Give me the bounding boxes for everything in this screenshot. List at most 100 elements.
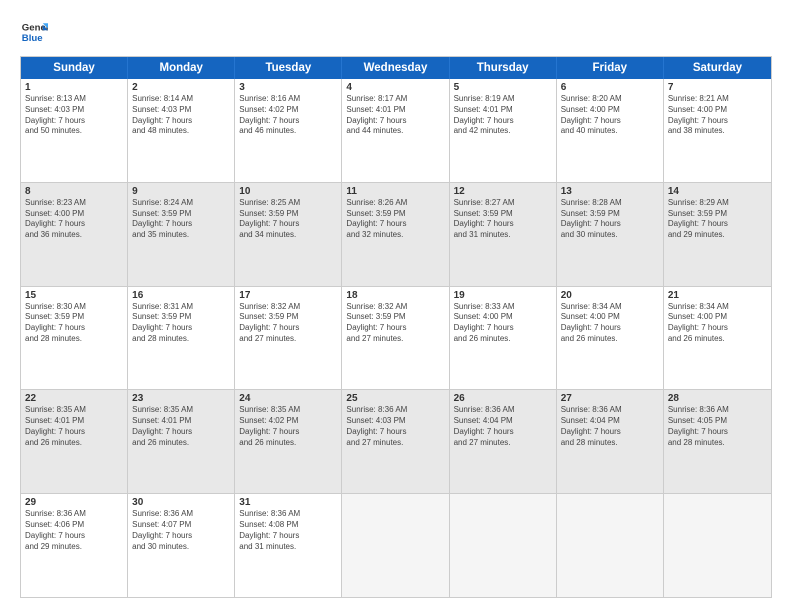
- day-info: Sunrise: 8:29 AM Sunset: 3:59 PM Dayligh…: [668, 198, 767, 241]
- calendar-cell: 17Sunrise: 8:32 AM Sunset: 3:59 PM Dayli…: [235, 287, 342, 390]
- day-info: Sunrise: 8:35 AM Sunset: 4:02 PM Dayligh…: [239, 405, 337, 448]
- calendar: SundayMondayTuesdayWednesdayThursdayFrid…: [20, 56, 772, 598]
- day-number: 9: [132, 186, 230, 197]
- day-number: 17: [239, 290, 337, 301]
- day-info: Sunrise: 8:17 AM Sunset: 4:01 PM Dayligh…: [346, 94, 444, 137]
- day-number: 27: [561, 393, 659, 404]
- weekday-header: Sunday: [21, 57, 128, 79]
- day-number: 24: [239, 393, 337, 404]
- calendar-cell: 8Sunrise: 8:23 AM Sunset: 4:00 PM Daylig…: [21, 183, 128, 286]
- day-info: Sunrise: 8:25 AM Sunset: 3:59 PM Dayligh…: [239, 198, 337, 241]
- day-number: 11: [346, 186, 444, 197]
- day-info: Sunrise: 8:13 AM Sunset: 4:03 PM Dayligh…: [25, 94, 123, 137]
- calendar-body: 1Sunrise: 8:13 AM Sunset: 4:03 PM Daylig…: [21, 79, 771, 597]
- day-number: 20: [561, 290, 659, 301]
- day-info: Sunrise: 8:36 AM Sunset: 4:06 PM Dayligh…: [25, 509, 123, 552]
- weekday-header: Monday: [128, 57, 235, 79]
- day-number: 1: [25, 82, 123, 93]
- day-info: Sunrise: 8:36 AM Sunset: 4:07 PM Dayligh…: [132, 509, 230, 552]
- calendar-cell: 16Sunrise: 8:31 AM Sunset: 3:59 PM Dayli…: [128, 287, 235, 390]
- weekday-header: Tuesday: [235, 57, 342, 79]
- calendar-cell: 7Sunrise: 8:21 AM Sunset: 4:00 PM Daylig…: [664, 79, 771, 182]
- day-info: Sunrise: 8:36 AM Sunset: 4:08 PM Dayligh…: [239, 509, 337, 552]
- calendar-cell: 14Sunrise: 8:29 AM Sunset: 3:59 PM Dayli…: [664, 183, 771, 286]
- day-number: 12: [454, 186, 552, 197]
- calendar-cell: 12Sunrise: 8:27 AM Sunset: 3:59 PM Dayli…: [450, 183, 557, 286]
- calendar-row: 8Sunrise: 8:23 AM Sunset: 4:00 PM Daylig…: [21, 182, 771, 286]
- day-number: 14: [668, 186, 767, 197]
- calendar-cell: 3Sunrise: 8:16 AM Sunset: 4:02 PM Daylig…: [235, 79, 342, 182]
- calendar-cell: 28Sunrise: 8:36 AM Sunset: 4:05 PM Dayli…: [664, 390, 771, 493]
- day-number: 26: [454, 393, 552, 404]
- day-number: 6: [561, 82, 659, 93]
- day-info: Sunrise: 8:20 AM Sunset: 4:00 PM Dayligh…: [561, 94, 659, 137]
- calendar-cell: 13Sunrise: 8:28 AM Sunset: 3:59 PM Dayli…: [557, 183, 664, 286]
- day-info: Sunrise: 8:23 AM Sunset: 4:00 PM Dayligh…: [25, 198, 123, 241]
- day-number: 16: [132, 290, 230, 301]
- day-info: Sunrise: 8:35 AM Sunset: 4:01 PM Dayligh…: [25, 405, 123, 448]
- weekday-header: Saturday: [664, 57, 771, 79]
- calendar-cell: [557, 494, 664, 597]
- calendar-cell: [450, 494, 557, 597]
- day-number: 30: [132, 497, 230, 508]
- calendar-cell: [342, 494, 449, 597]
- day-info: Sunrise: 8:34 AM Sunset: 4:00 PM Dayligh…: [668, 302, 767, 345]
- calendar-row: 1Sunrise: 8:13 AM Sunset: 4:03 PM Daylig…: [21, 79, 771, 182]
- day-info: Sunrise: 8:31 AM Sunset: 3:59 PM Dayligh…: [132, 302, 230, 345]
- calendar-cell: 19Sunrise: 8:33 AM Sunset: 4:00 PM Dayli…: [450, 287, 557, 390]
- calendar-cell: 9Sunrise: 8:24 AM Sunset: 3:59 PM Daylig…: [128, 183, 235, 286]
- calendar-cell: 5Sunrise: 8:19 AM Sunset: 4:01 PM Daylig…: [450, 79, 557, 182]
- day-info: Sunrise: 8:36 AM Sunset: 4:05 PM Dayligh…: [668, 405, 767, 448]
- day-number: 4: [346, 82, 444, 93]
- day-number: 23: [132, 393, 230, 404]
- weekday-header: Friday: [557, 57, 664, 79]
- day-info: Sunrise: 8:35 AM Sunset: 4:01 PM Dayligh…: [132, 405, 230, 448]
- day-number: 13: [561, 186, 659, 197]
- calendar-cell: 26Sunrise: 8:36 AM Sunset: 4:04 PM Dayli…: [450, 390, 557, 493]
- day-info: Sunrise: 8:24 AM Sunset: 3:59 PM Dayligh…: [132, 198, 230, 241]
- day-number: 31: [239, 497, 337, 508]
- day-number: 3: [239, 82, 337, 93]
- day-number: 22: [25, 393, 123, 404]
- day-number: 7: [668, 82, 767, 93]
- day-info: Sunrise: 8:21 AM Sunset: 4:00 PM Dayligh…: [668, 94, 767, 137]
- calendar-cell: 29Sunrise: 8:36 AM Sunset: 4:06 PM Dayli…: [21, 494, 128, 597]
- calendar-cell: 25Sunrise: 8:36 AM Sunset: 4:03 PM Dayli…: [342, 390, 449, 493]
- calendar-cell: 23Sunrise: 8:35 AM Sunset: 4:01 PM Dayli…: [128, 390, 235, 493]
- calendar-row: 29Sunrise: 8:36 AM Sunset: 4:06 PM Dayli…: [21, 493, 771, 597]
- day-info: Sunrise: 8:36 AM Sunset: 4:04 PM Dayligh…: [454, 405, 552, 448]
- svg-text:Blue: Blue: [22, 33, 43, 44]
- day-number: 21: [668, 290, 767, 301]
- calendar-cell: 21Sunrise: 8:34 AM Sunset: 4:00 PM Dayli…: [664, 287, 771, 390]
- calendar-cell: 30Sunrise: 8:36 AM Sunset: 4:07 PM Dayli…: [128, 494, 235, 597]
- day-info: Sunrise: 8:14 AM Sunset: 4:03 PM Dayligh…: [132, 94, 230, 137]
- day-number: 10: [239, 186, 337, 197]
- day-info: Sunrise: 8:34 AM Sunset: 4:00 PM Dayligh…: [561, 302, 659, 345]
- day-number: 5: [454, 82, 552, 93]
- calendar-cell: 6Sunrise: 8:20 AM Sunset: 4:00 PM Daylig…: [557, 79, 664, 182]
- day-info: Sunrise: 8:33 AM Sunset: 4:00 PM Dayligh…: [454, 302, 552, 345]
- day-number: 28: [668, 393, 767, 404]
- calendar-cell: 20Sunrise: 8:34 AM Sunset: 4:00 PM Dayli…: [557, 287, 664, 390]
- day-info: Sunrise: 8:36 AM Sunset: 4:03 PM Dayligh…: [346, 405, 444, 448]
- day-number: 18: [346, 290, 444, 301]
- day-number: 2: [132, 82, 230, 93]
- calendar-cell: [664, 494, 771, 597]
- calendar-row: 22Sunrise: 8:35 AM Sunset: 4:01 PM Dayli…: [21, 389, 771, 493]
- calendar-cell: 22Sunrise: 8:35 AM Sunset: 4:01 PM Dayli…: [21, 390, 128, 493]
- calendar-cell: 2Sunrise: 8:14 AM Sunset: 4:03 PM Daylig…: [128, 79, 235, 182]
- calendar-cell: 31Sunrise: 8:36 AM Sunset: 4:08 PM Dayli…: [235, 494, 342, 597]
- calendar-cell: 24Sunrise: 8:35 AM Sunset: 4:02 PM Dayli…: [235, 390, 342, 493]
- day-number: 25: [346, 393, 444, 404]
- day-info: Sunrise: 8:19 AM Sunset: 4:01 PM Dayligh…: [454, 94, 552, 137]
- day-info: Sunrise: 8:27 AM Sunset: 3:59 PM Dayligh…: [454, 198, 552, 241]
- day-info: Sunrise: 8:32 AM Sunset: 3:59 PM Dayligh…: [346, 302, 444, 345]
- page: General Blue SundayMondayTuesdayWednesda…: [0, 0, 792, 612]
- weekday-header: Thursday: [450, 57, 557, 79]
- logo: General Blue: [20, 18, 48, 46]
- day-number: 8: [25, 186, 123, 197]
- calendar-cell: 18Sunrise: 8:32 AM Sunset: 3:59 PM Dayli…: [342, 287, 449, 390]
- calendar-cell: 15Sunrise: 8:30 AM Sunset: 3:59 PM Dayli…: [21, 287, 128, 390]
- day-number: 29: [25, 497, 123, 508]
- day-number: 15: [25, 290, 123, 301]
